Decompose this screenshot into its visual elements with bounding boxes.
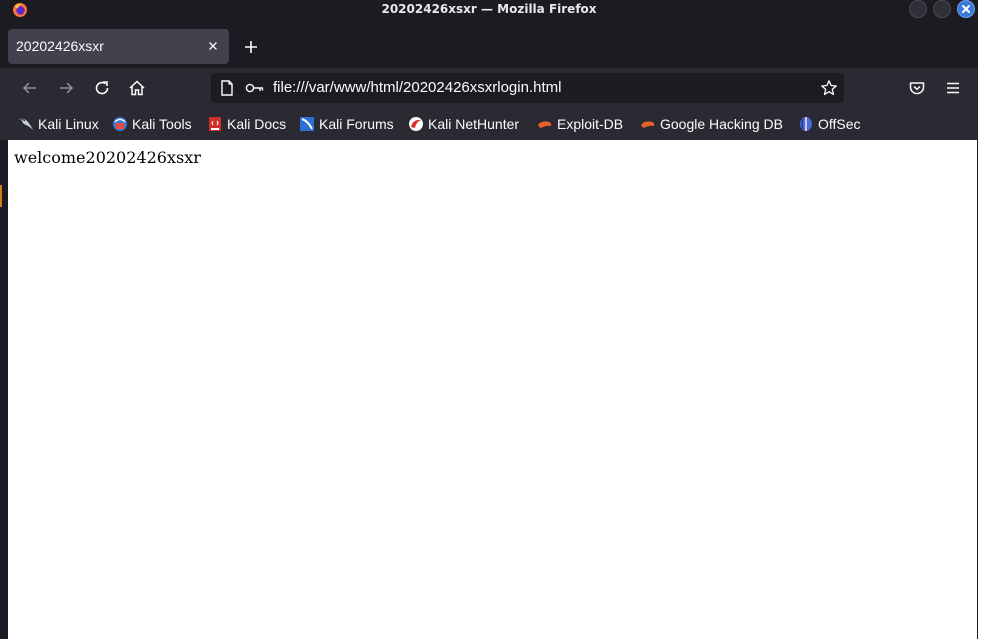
tab-active[interactable]: 20202426xsxr: [8, 29, 229, 64]
kali-forums-icon: [300, 117, 314, 131]
bookmark-label: Kali Linux: [38, 116, 99, 132]
bookmark-label: Exploit-DB: [557, 116, 624, 132]
maximize-button[interactable]: [933, 0, 951, 18]
bookmark-label: OffSec: [818, 116, 861, 132]
bookmark-exploit-db[interactable]: Exploit-DB: [537, 115, 623, 133]
pocket-icon[interactable]: [907, 78, 927, 98]
bookmark-kali-linux[interactable]: Kali Linux: [18, 115, 99, 133]
close-window-button[interactable]: [957, 0, 975, 18]
page-icon: [221, 80, 233, 96]
bookmark-label: Google Hacking DB: [660, 116, 783, 132]
right-edge: [978, 0, 982, 639]
page-content: welcome20202426xsxr: [8, 140, 977, 639]
left-edge: [0, 140, 8, 639]
kali-tools-icon: [113, 117, 127, 131]
firefox-window: 20202426xsxr — Mozilla Firefox 20202426x…: [0, 0, 978, 639]
bookmark-kali-nethunter[interactable]: Kali NetHunter: [408, 115, 519, 133]
navigation-toolbar: file:///var/www/html/20202426xsxrlogin.h…: [0, 68, 978, 108]
bookmark-label: Kali NetHunter: [428, 116, 520, 132]
url-text[interactable]: file:///var/www/html/20202426xsxrlogin.h…: [273, 79, 561, 96]
menu-icon[interactable]: [943, 78, 963, 98]
offsec-icon: [800, 117, 812, 131]
bookmark-kali-tools[interactable]: Kali Tools: [112, 115, 192, 133]
bookmarks-toolbar: Kali Linux Kali Tools Kali Docs Kali For…: [0, 108, 978, 140]
back-icon[interactable]: [20, 78, 40, 98]
bookmark-kali-forums[interactable]: Kali Forums: [299, 115, 394, 133]
bookmark-star-icon[interactable]: [820, 79, 838, 97]
home-icon[interactable]: [127, 78, 147, 98]
forward-icon[interactable]: [56, 78, 76, 98]
bookmark-offsec[interactable]: OffSec: [798, 115, 861, 133]
title-bar: 20202426xsxr — Mozilla Firefox: [0, 0, 978, 22]
bookmark-label: Kali Tools: [132, 116, 192, 132]
kali-nethunter-icon: [409, 117, 423, 131]
window-title: 20202426xsxr — Mozilla Firefox: [381, 2, 597, 16]
kali-docs-icon: [209, 117, 221, 131]
bookmark-google-hacking-db[interactable]: Google Hacking DB: [640, 115, 783, 133]
reload-icon[interactable]: [92, 78, 112, 98]
tab-title: 20202426xsxr: [16, 38, 104, 54]
kali-dragon-icon: [19, 118, 33, 130]
tab-close-icon[interactable]: [205, 38, 221, 54]
edge-marker: [0, 185, 2, 207]
key-icon[interactable]: [245, 81, 265, 95]
minimize-button[interactable]: [909, 0, 927, 18]
tab-strip: 20202426xsxr: [0, 22, 978, 68]
new-tab-icon[interactable]: [240, 36, 262, 58]
bookmark-label: Kali Forums: [319, 116, 394, 132]
bookmark-kali-docs[interactable]: Kali Docs: [207, 115, 286, 133]
ghdb-icon: [641, 121, 655, 128]
url-bar[interactable]: file:///var/www/html/20202426xsxrlogin.h…: [211, 73, 844, 103]
exploit-db-icon: [538, 121, 552, 128]
bookmark-label: Kali Docs: [227, 116, 287, 132]
close-icon: [962, 5, 970, 13]
welcome-text: welcome20202426xsxr: [14, 148, 201, 167]
